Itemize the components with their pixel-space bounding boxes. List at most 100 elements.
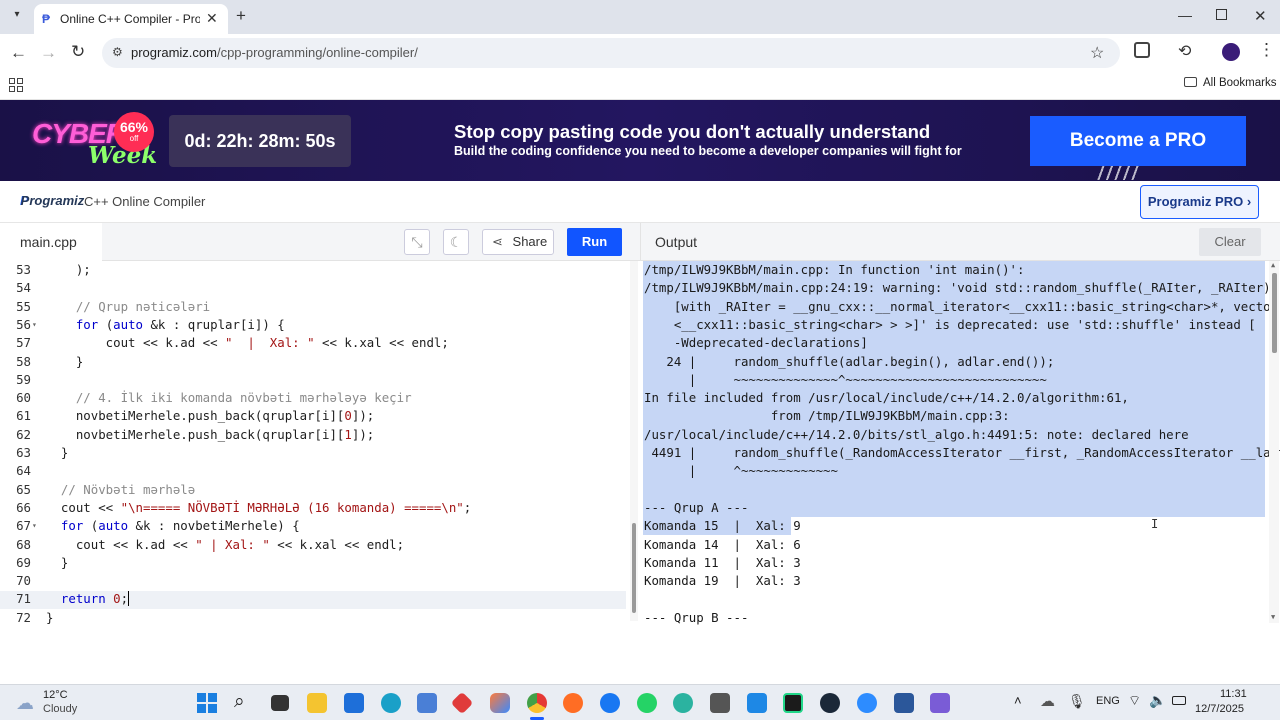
programiz-pro-label: Programiz PRO <box>1147 194 1244 209</box>
all-bookmarks-button[interactable]: All Bookmarks <box>1184 77 1277 89</box>
programiz-pro-button[interactable]: Programiz PRO › <box>1140 185 1259 219</box>
fold-arrow-icon[interactable]: ▾ <box>32 316 37 334</box>
output-line: Komanda 19 | Xal: 3 <box>644 573 801 589</box>
language-indicator[interactable]: ENG <box>1096 695 1120 707</box>
back-icon[interactable]: ← <box>10 43 27 63</box>
file-explorer-icon[interactable] <box>307 693 327 713</box>
task-view-icon[interactable] <box>271 695 289 711</box>
snipping-tool-icon[interactable] <box>930 693 950 713</box>
fullscreen-icon[interactable]: ⤡ <box>404 229 430 255</box>
promo-stripes <box>1096 166 1140 180</box>
profile-avatar[interactable] <box>1222 43 1240 61</box>
unity-icon[interactable] <box>710 693 730 713</box>
clock-date[interactable]: 12/7/2025 <box>1195 703 1244 715</box>
chevron-right-icon: › <box>1243 194 1252 209</box>
browser-tab-active[interactable]: ₱ Online C++ Compiler - Program ✕ <box>34 4 228 34</box>
output-line: [with _RAIter = __gnu_cxx::__normal_iter… <box>644 298 1279 314</box>
text-cursor <box>128 591 130 607</box>
output-scroll-down-icon[interactable]: ▼ <box>1271 613 1275 621</box>
store-icon[interactable] <box>344 693 364 713</box>
firefox-icon[interactable] <box>563 693 583 713</box>
edge-icon[interactable] <box>381 693 401 713</box>
code-line: 64 <box>16 463 31 479</box>
weather-condition: Cloudy <box>43 703 78 715</box>
messenger-icon[interactable] <box>600 693 620 713</box>
share-label: Share <box>512 234 548 249</box>
dark-mode-icon[interactable]: ☾ <box>443 229 469 255</box>
maximize-icon[interactable] <box>1216 9 1227 20</box>
site-title: C++ Online Compiler <box>84 194 206 209</box>
zoom-icon[interactable] <box>857 693 877 713</box>
forward-icon[interactable]: → <box>40 43 57 63</box>
copilot-app-icon[interactable] <box>417 693 437 713</box>
output-toolbar: Output Clear <box>640 223 1280 261</box>
search-icon[interactable]: ⌕ <box>234 691 245 713</box>
code-line: 62 novbetiMerhele.push_back(qruplar[i][1… <box>16 426 375 442</box>
output-line: from /tmp/ILW9J9KBbM/main.cpp:3: <box>644 408 1010 424</box>
vscode-icon[interactable] <box>747 693 767 713</box>
badge-discount-circle: 66% off <box>114 112 154 152</box>
anydesk-icon[interactable] <box>450 691 474 715</box>
menu-icon[interactable]: ⋮ <box>1258 40 1275 60</box>
output-line: --- Qrup B --- <box>644 609 749 625</box>
battery-icon[interactable] <box>1172 696 1186 705</box>
promo-headline: Stop copy pasting code you don't actuall… <box>454 121 931 142</box>
reload-icon[interactable]: ↻ <box>71 42 85 62</box>
programiz-favicon-icon: ₱ <box>42 12 51 26</box>
share-button[interactable]: ⋖ Share <box>482 229 554 255</box>
output-scroll-up-icon[interactable]: ▲ <box>1271 261 1275 269</box>
promo-banner[interactable]: CYBER Week 66% off 0d: 22h: 28m: 50s Sto… <box>0 100 1280 181</box>
badge-off: off <box>129 134 139 143</box>
app-icon[interactable] <box>673 693 693 713</box>
site-info-icon[interactable]: ⚙ <box>112 45 123 59</box>
wifi-icon[interactable]: ⌔ <box>1128 692 1141 710</box>
run-button[interactable]: Run <box>567 228 622 256</box>
clear-button[interactable]: Clear <box>1199 228 1261 256</box>
programiz-logo[interactable]: PProgramiz <box>20 193 84 208</box>
output-scrollbar[interactable]: ▲ ▼ <box>1269 261 1279 623</box>
start-icon[interactable] <box>197 693 217 713</box>
output-line: /usr/local/include/c++/14.2.0/bits/stl_a… <box>644 426 1189 442</box>
history-icon[interactable]: ⟲ <box>1178 41 1191 61</box>
output-panel[interactable]: /tmp/ILW9J9KBbM/main.cpp: In function 'i… <box>641 261 1280 684</box>
browser-tab-bar: ▾ ₱ Online C++ Compiler - Program ✕ + — … <box>0 0 1280 34</box>
extensions-icon[interactable] <box>1134 42 1150 58</box>
copilot-icon[interactable] <box>490 693 510 713</box>
code-line: 57 cout << k.ad << " | Xal: " << k.xal <… <box>16 335 449 351</box>
weather-widget[interactable]: ☁ 12°C Cloudy <box>16 687 106 719</box>
code-line: 69 } <box>16 554 69 570</box>
folder-icon <box>1184 77 1197 87</box>
window-close-icon[interactable]: ✕ <box>1254 7 1267 25</box>
tab-close-icon[interactable]: ✕ <box>206 10 218 27</box>
chrome-icon[interactable] <box>527 693 547 713</box>
become-pro-button[interactable]: Become a PRO <box>1030 116 1246 166</box>
word-icon[interactable] <box>894 693 914 713</box>
url-path: /cpp-programming/online-compiler/ <box>216 45 418 60</box>
whatsapp-icon[interactable] <box>637 693 657 713</box>
output-scroll-thumb[interactable] <box>1272 273 1277 353</box>
apps-grid-icon[interactable] <box>9 78 23 92</box>
show-hidden-icons-icon[interactable]: ˄ <box>1014 693 1022 708</box>
bookmark-star-icon[interactable]: ☆ <box>1090 43 1104 63</box>
volume-icon[interactable]: 🔈 <box>1149 692 1166 709</box>
code-line: 56 ▾ for (auto &k : qruplar[i]) { <box>0 316 626 334</box>
clock-time[interactable]: 11:31 <box>1220 688 1247 700</box>
tab-search-icon[interactable]: ▾ <box>8 9 26 25</box>
steam-icon[interactable] <box>820 693 840 713</box>
all-bookmarks-label: All Bookmarks <box>1203 77 1277 89</box>
url-host: programiz.com <box>131 45 217 60</box>
file-tab[interactable]: main.cpp <box>0 223 102 261</box>
microphone-icon[interactable]: 🎙 <box>1068 693 1086 710</box>
editor-scrollbar[interactable] <box>630 261 638 621</box>
code-line: 67 ▾ for (auto &k : novbetiMerhele) { <box>0 517 626 535</box>
code-editor[interactable]: 53 ); 54 55 // Qrup nəticələri 56 ▾ for (… <box>0 261 640 684</box>
file-tab-label: main.cpp <box>20 234 77 250</box>
onedrive-icon[interactable]: ☁ <box>1040 692 1055 710</box>
address-bar[interactable]: ⚙ programiz.com/cpp-programming/online-c… <box>102 38 1120 68</box>
pycharm-icon[interactable] <box>783 693 803 713</box>
code-line: 63 } <box>16 445 69 460</box>
new-tab-icon[interactable]: + <box>236 6 246 26</box>
editor-scroll-thumb[interactable] <box>632 523 636 613</box>
fold-arrow-icon[interactable]: ▾ <box>32 517 37 535</box>
minimize-icon[interactable]: — <box>1178 7 1192 23</box>
